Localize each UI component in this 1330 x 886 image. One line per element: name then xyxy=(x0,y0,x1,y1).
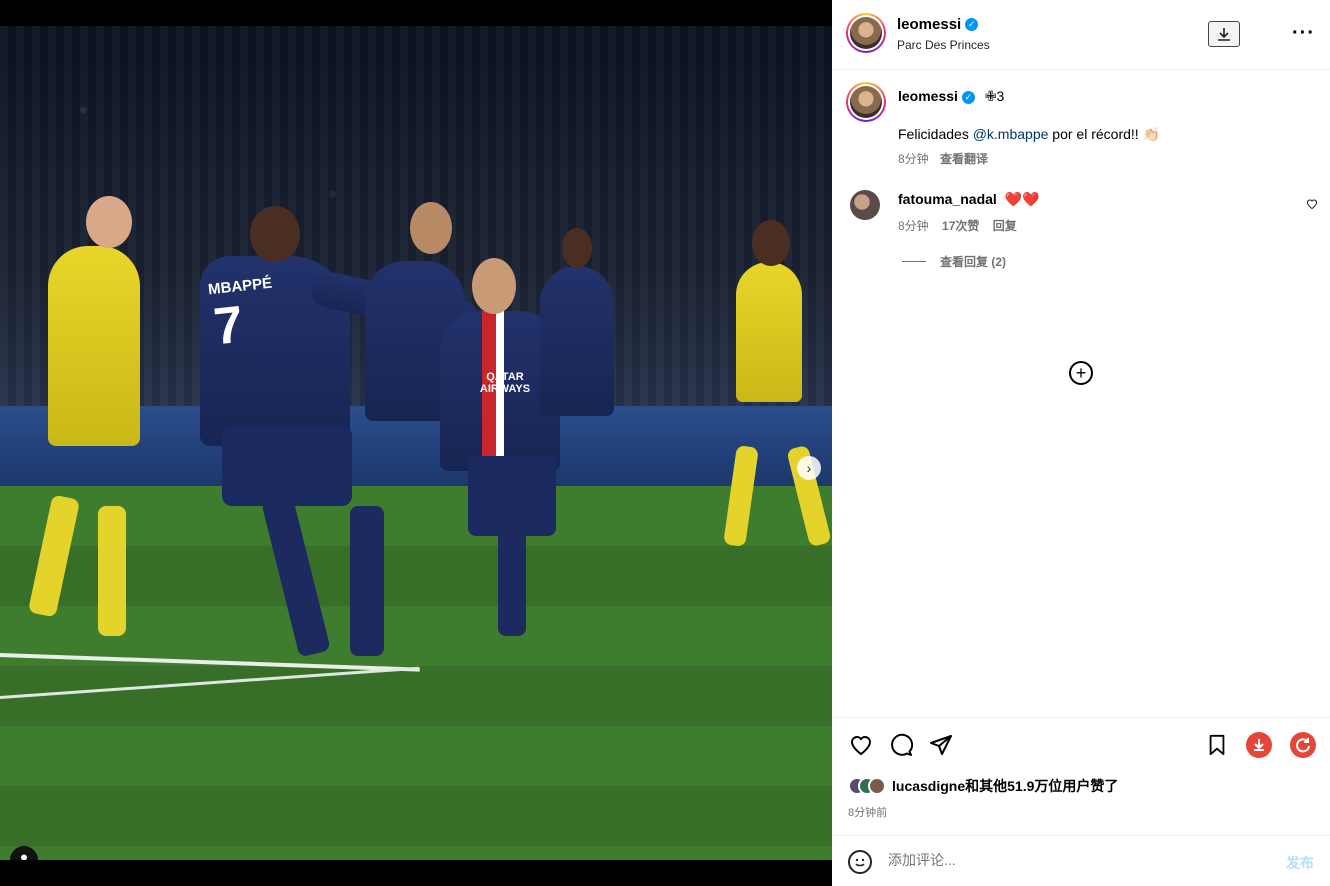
download-media-button[interactable] xyxy=(1246,732,1272,758)
caption-header: leomessi ✓ ✙3 xyxy=(898,88,1004,105)
avatar xyxy=(868,777,886,795)
caption-meta: 8分钟 查看翻译 xyxy=(898,150,988,167)
post-photo[interactable]: MBAPPÉ 7 QATAR AIRWAYS › xyxy=(0,26,832,860)
caption-text: Felicidades @k.mbappe por el récord!! 👏🏻 xyxy=(898,126,1160,143)
player-head xyxy=(472,258,516,314)
more-options-icon[interactable]: ··· xyxy=(1292,22,1315,45)
comment-text: ❤️❤️ xyxy=(1004,191,1040,207)
verified-icon: ✓ xyxy=(965,18,979,32)
view-replies-link[interactable]: 查看回复 (2) xyxy=(940,253,1006,270)
caption-username[interactable]: leomessi xyxy=(898,88,958,104)
caption-avatar[interactable] xyxy=(846,82,886,122)
caption-badges: ✙3 xyxy=(984,88,1005,104)
post-media: MBAPPÉ 7 QATAR AIRWAYS › xyxy=(0,0,832,886)
refresh-icon xyxy=(1296,738,1310,753)
caption-text-suffix: por el récord!! 👏🏻 xyxy=(1048,126,1160,142)
liked-by: lucasdigne和其他51.9万位用户赞了 xyxy=(848,776,1118,796)
translate-link[interactable]: 查看翻译 xyxy=(940,152,988,166)
post-details-panel: leomessi ✓ Parc Des Princes ··· leomessi ✓… xyxy=(832,0,1330,886)
load-more-comments-icon[interactable]: + xyxy=(1069,361,1093,385)
heart-icon[interactable] xyxy=(1306,198,1318,210)
comment-item: fatouma_nadal ❤️❤️ 8分钟 17次赞 回复 查看回复 (2) xyxy=(832,186,1330,269)
liked-by-text[interactable]: lucasdigne和其他51.9万位用户赞了 xyxy=(892,776,1118,796)
comment-meta: 8分钟 17次赞 回复 xyxy=(898,217,1017,234)
divider xyxy=(902,261,926,262)
player-leg xyxy=(498,526,526,636)
author-info: leomessi ✓ Parc Des Princes xyxy=(897,16,990,52)
save-button[interactable] xyxy=(1204,732,1230,758)
player-head xyxy=(752,220,790,266)
share-button[interactable] xyxy=(928,732,954,758)
player-shorts xyxy=(222,426,352,506)
verified-icon: ✓ xyxy=(961,90,975,104)
player-leg xyxy=(350,506,384,656)
player-head xyxy=(86,196,132,248)
player-head xyxy=(562,228,592,268)
view-replies-row[interactable]: 查看回复 (2) xyxy=(902,253,1006,270)
player-shorts xyxy=(468,456,556,536)
player-nantes-right xyxy=(736,262,802,402)
comment-input[interactable] xyxy=(888,852,1268,868)
comment-icon xyxy=(891,733,913,756)
comment-button[interactable] xyxy=(888,732,914,758)
post-comment-button[interactable]: 发布 xyxy=(1286,853,1314,873)
emoji-icon xyxy=(855,858,865,867)
liked-by-suffix[interactable]: 和其他51.9万位用户赞了 xyxy=(965,778,1118,794)
user-icon xyxy=(21,854,27,860)
comment-time: 8分钟 xyxy=(898,219,929,233)
post-actions: lucasdigne和其他51.9万位用户赞了 8分钟前 xyxy=(832,717,1330,835)
emoji-button[interactable] xyxy=(848,850,872,874)
heart-icon xyxy=(850,736,872,756)
like-button[interactable] xyxy=(848,732,874,758)
download-icon xyxy=(1218,28,1230,41)
post-header: leomessi ✓ Parc Des Princes ··· xyxy=(832,0,1330,70)
jersey-number: 7 xyxy=(211,295,246,357)
download-button[interactable] xyxy=(1208,21,1240,47)
player-nantes-left xyxy=(48,246,140,446)
caption-mention[interactable]: @k.mbappe xyxy=(973,126,1049,142)
download-icon xyxy=(1254,739,1264,751)
caption-text-prefix: Felicidades xyxy=(898,126,973,142)
comment-username[interactable]: fatouma_nadal xyxy=(898,191,997,207)
player-head xyxy=(410,202,452,254)
comment-reply-button[interactable]: 回复 xyxy=(993,219,1017,233)
bookmark-icon xyxy=(1209,734,1225,756)
commenter-avatar[interactable] xyxy=(850,190,880,220)
caption-time: 8分钟 xyxy=(898,152,929,166)
jersey-name: MBAPPÉ xyxy=(207,274,273,299)
add-comment-bar: 发布 xyxy=(832,835,1330,886)
player-head xyxy=(250,206,300,262)
liked-by-user[interactable]: lucasdigne xyxy=(892,778,965,794)
liked-by-avatars[interactable] xyxy=(848,777,886,795)
comment-likes[interactable]: 17次赞 xyxy=(942,219,979,233)
refresh-button[interactable] xyxy=(1290,732,1316,758)
post-time: 8分钟前 xyxy=(848,807,888,819)
jersey-sponsor: QATAR AIRWAYS xyxy=(479,371,531,395)
player-leg xyxy=(98,506,126,636)
player-psg-background xyxy=(540,266,614,416)
comment-line: fatouma_nadal ❤️❤️ xyxy=(898,191,1040,208)
send-icon xyxy=(930,735,952,755)
post-location[interactable]: Parc Des Princes xyxy=(897,38,990,52)
carousel-next-button[interactable]: › xyxy=(797,456,821,480)
author-avatar[interactable] xyxy=(846,13,886,53)
author-username[interactable]: leomessi xyxy=(897,16,961,33)
